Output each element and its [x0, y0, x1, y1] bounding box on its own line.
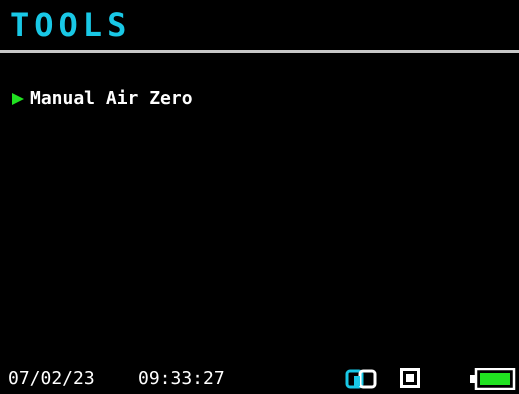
- status-time: 09:33:27: [138, 368, 225, 389]
- battery-fill: [480, 373, 510, 385]
- page-title: TOOLS: [10, 6, 132, 44]
- header-divider: [0, 50, 519, 53]
- menu: Manual Air Zero: [12, 86, 193, 112]
- battery-icon: [470, 368, 516, 390]
- square-icon: [400, 368, 420, 388]
- selection-cursor-icon: [12, 93, 24, 105]
- status-bar: 07/02/23 09:33:27: [0, 360, 519, 394]
- status-date: 07/02/23: [8, 368, 95, 389]
- menu-item-label: Manual Air Zero: [30, 88, 193, 109]
- link-icon: [345, 369, 377, 389]
- menu-item-manual-air-zero[interactable]: Manual Air Zero: [12, 86, 193, 112]
- header: TOOLS: [0, 0, 519, 53]
